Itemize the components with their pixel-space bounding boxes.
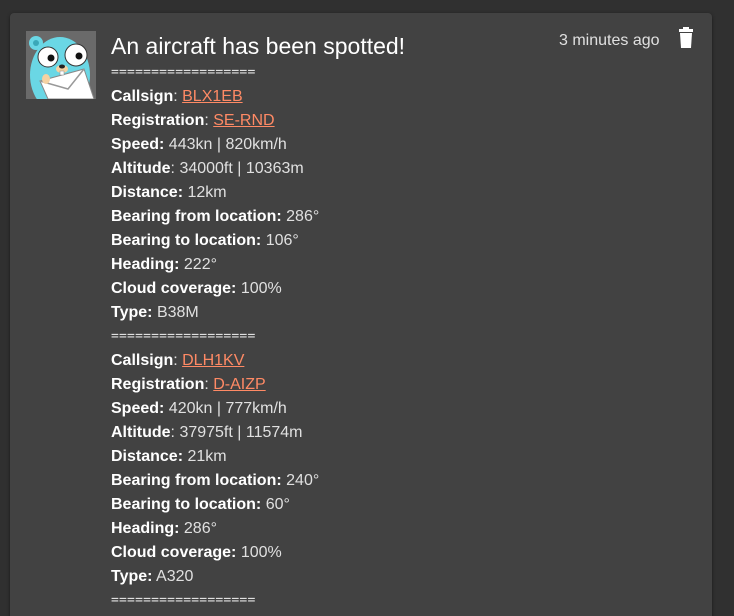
- heading-value: 286°: [183, 520, 217, 537]
- gopher-avatar: [26, 31, 96, 99]
- registration-row: Registration: D-AIZP: [111, 376, 266, 393]
- altitude-value: 37975ft | 11574m: [179, 424, 303, 441]
- cloud-coverage-row: Cloud coverage: 100%: [111, 541, 671, 565]
- notification-card: An aircraft has been spotted! 3 minutes …: [10, 13, 712, 616]
- distance-label: Distance:: [111, 448, 184, 465]
- distance-label: Distance:: [111, 184, 184, 201]
- type-row: Type: A320: [111, 565, 671, 589]
- cloud-coverage-label: Cloud coverage:: [111, 280, 237, 297]
- registration-label: Registration: [111, 376, 205, 393]
- altitude-row: Altitude: 37975ft | 11574m: [111, 424, 303, 441]
- callsign-label: Callsign: [111, 352, 174, 369]
- speed-label: Speed:: [111, 400, 165, 417]
- type-label: Type:: [111, 568, 153, 585]
- heading-row: Heading: 286°: [111, 517, 671, 541]
- distance-value: 12km: [187, 184, 227, 201]
- registration-label: Registration: [111, 112, 205, 129]
- callsign-row: Callsign: DLH1KV: [111, 352, 245, 369]
- bearing-to-row: Bearing to location: 60°: [111, 493, 671, 517]
- speed-label: Speed:: [111, 136, 165, 153]
- bearing-from-value: 286°: [286, 208, 320, 225]
- bearing-to-row: Bearing to location: 106°: [111, 229, 671, 253]
- altitude-label: Altitude: [111, 424, 171, 441]
- type-value: A320: [156, 568, 194, 585]
- type-row: Type: B38M: [111, 301, 671, 325]
- heading-value: 222°: [183, 256, 217, 273]
- trash-icon: [679, 27, 693, 48]
- bearing-to-label: Bearing to location:: [111, 496, 262, 513]
- bearing-from-label: Bearing from location:: [111, 472, 282, 489]
- distance-row: Distance: 21km: [111, 445, 671, 469]
- altitude-label: Altitude: [111, 160, 171, 177]
- altitude-row: Altitude: 34000ft | 10363m: [111, 160, 304, 177]
- notification-timestamp: 3 minutes ago: [559, 32, 660, 49]
- type-value: B38M: [156, 304, 199, 321]
- speed-value: 443kn | 820km/h: [168, 136, 287, 153]
- callsign-label: Callsign: [111, 88, 174, 105]
- bearing-to-label: Bearing to location:: [111, 232, 262, 249]
- page: An aircraft has been spotted! 3 minutes …: [0, 0, 734, 616]
- callsign-link[interactable]: DLH1KV: [182, 352, 244, 369]
- delete-button[interactable]: [676, 27, 696, 49]
- heading-label: Heading:: [111, 256, 180, 273]
- bearing-from-row: Bearing from location: 286°: [111, 205, 671, 229]
- speed-row: Speed: 420kn | 777km/h: [111, 397, 671, 421]
- cloud-coverage-label: Cloud coverage:: [111, 544, 237, 561]
- cloud-coverage-value: 100%: [240, 544, 282, 561]
- separator: ==================: [111, 593, 256, 608]
- distance-row: Distance: 12km: [111, 181, 671, 205]
- registration-link[interactable]: SE-RND: [213, 112, 274, 129]
- registration-link[interactable]: D-AIZP: [213, 376, 265, 393]
- heading-label: Heading:: [111, 520, 180, 537]
- speed-row: Speed: 443kn | 820km/h: [111, 133, 671, 157]
- altitude-value: 34000ft | 10363m: [179, 160, 304, 177]
- distance-value: 21km: [187, 448, 227, 465]
- callsign-row: Callsign: BLX1EB: [111, 88, 243, 105]
- bearing-from-label: Bearing from location:: [111, 208, 282, 225]
- notification-body: ================== Callsign: BLX1EB Regi…: [111, 61, 671, 613]
- separator: ==================: [111, 329, 256, 344]
- cloud-coverage-value: 100%: [240, 280, 282, 297]
- bearing-from-row: Bearing from location: 240°: [111, 469, 671, 493]
- cloud-coverage-row: Cloud coverage: 100%: [111, 277, 671, 301]
- bearing-to-value: 60°: [265, 496, 290, 513]
- bearing-from-value: 240°: [286, 472, 320, 489]
- heading-row: Heading: 222°: [111, 253, 671, 277]
- notification-title: An aircraft has been spotted!: [111, 33, 406, 59]
- separator: ==================: [111, 65, 256, 80]
- speed-value: 420kn | 777km/h: [168, 400, 287, 417]
- bearing-to-value: 106°: [265, 232, 299, 249]
- gopher-icon: [26, 31, 96, 99]
- registration-row: Registration: SE-RND: [111, 112, 275, 129]
- callsign-link[interactable]: BLX1EB: [182, 88, 242, 105]
- type-label: Type:: [111, 304, 153, 321]
